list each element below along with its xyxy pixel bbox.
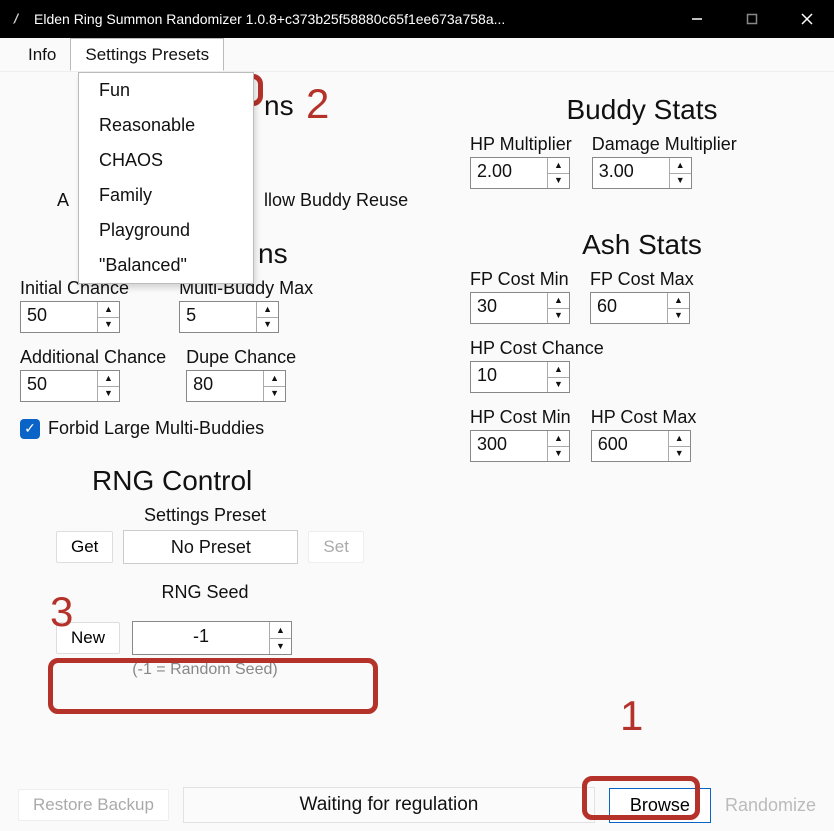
annotation-1: 1 <box>620 692 643 740</box>
preset-family[interactable]: Family <box>79 178 253 213</box>
maximize-button[interactable] <box>724 0 779 38</box>
settings-presets-dropdown: Fun Reasonable CHAOS Family Playground "… <box>78 72 254 284</box>
randomize-button[interactable]: Randomize <box>725 795 816 816</box>
fp-cost-max-label: FP Cost Max <box>590 269 694 290</box>
rng-control-heading: RNG Control <box>20 465 450 497</box>
fp-cost-min-input[interactable]: 30 ▲▼ <box>470 292 570 324</box>
preset-fun[interactable]: Fun <box>79 73 253 108</box>
buddy-stats-heading: Buddy Stats <box>470 94 814 126</box>
dupe-chance-input[interactable]: 80 ▲▼ <box>186 370 286 402</box>
hp-multiplier-input[interactable]: 2.00 ▲▼ <box>470 157 570 189</box>
preset-chaos[interactable]: CHAOS <box>79 143 253 178</box>
hp-cost-min-label: HP Cost Min <box>470 407 571 428</box>
fp-cost-min-label: FP Cost Min <box>470 269 570 290</box>
ash-stats-heading: Ash Stats <box>470 229 814 261</box>
initial-chance-input[interactable]: 50 ▲▼ <box>20 301 120 333</box>
bottom-bar: Restore Backup Waiting for regulation Br… <box>0 779 834 831</box>
app-icon <box>10 11 26 27</box>
obscured-heading-suffix: ns <box>264 90 294 122</box>
forbid-large-label: Forbid Large Multi-Buddies <box>48 418 264 439</box>
hp-cost-max-input[interactable]: 600 ▲▼ <box>591 430 691 462</box>
additional-chance-label: Additional Chance <box>20 347 166 368</box>
menu-info[interactable]: Info <box>14 38 70 71</box>
allow-buddy-reuse-partial: llow Buddy Reuse <box>264 190 408 211</box>
preset-reasonable[interactable]: Reasonable <box>79 108 253 143</box>
obscured-letter: A <box>57 190 69 211</box>
restore-backup-button[interactable]: Restore Backup <box>18 789 169 821</box>
hp-cost-min-input[interactable]: 300 ▲▼ <box>470 430 570 462</box>
damage-multiplier-label: Damage Multiplier <box>592 134 737 155</box>
preset-playground[interactable]: Playground <box>79 213 253 248</box>
get-button[interactable]: Get <box>56 531 113 563</box>
spinner-down-icon[interactable]: ▼ <box>98 318 119 333</box>
status-text: Waiting for regulation <box>183 787 595 823</box>
spinner-up-icon[interactable]: ▲ <box>98 302 119 318</box>
new-seed-button[interactable]: New <box>56 622 120 654</box>
seed-hint: (-1 = Random Seed) <box>60 661 350 679</box>
preset-balanced[interactable]: "Balanced" <box>79 248 253 283</box>
hp-cost-chance-input[interactable]: 10 ▲▼ <box>470 361 570 393</box>
title-bar: Elden Ring Summon Randomizer 1.0.8+c373b… <box>0 0 834 38</box>
set-button[interactable]: Set <box>308 531 364 563</box>
damage-multiplier-input[interactable]: 3.00 ▲▼ <box>592 157 692 189</box>
hp-cost-max-label: HP Cost Max <box>591 407 697 428</box>
menu-settings-presets[interactable]: Settings Presets <box>70 38 224 71</box>
minimize-button[interactable] <box>669 0 724 38</box>
preset-display: No Preset <box>123 530 298 564</box>
settings-preset-label: Settings Preset <box>60 505 350 526</box>
menu-bar: Info Settings Presets <box>0 38 834 72</box>
hp-cost-chance-label: HP Cost Chance <box>470 338 604 359</box>
multi-buddy-max-input[interactable]: 5 ▲▼ <box>179 301 279 333</box>
rng-seed-label: RNG Seed <box>60 582 350 603</box>
fp-cost-max-input[interactable]: 60 ▲▼ <box>590 292 690 324</box>
window-title: Elden Ring Summon Randomizer 1.0.8+c373b… <box>34 11 669 27</box>
browse-button[interactable]: Browse <box>609 788 711 823</box>
rng-seed-input[interactable]: -1 ▲▼ <box>132 621 292 655</box>
additional-chance-input[interactable]: 50 ▲▼ <box>20 370 120 402</box>
dupe-chance-label: Dupe Chance <box>186 347 296 368</box>
forbid-large-checkbox[interactable]: ✓ <box>20 419 40 439</box>
hp-multiplier-label: HP Multiplier <box>470 134 572 155</box>
close-button[interactable] <box>779 0 834 38</box>
